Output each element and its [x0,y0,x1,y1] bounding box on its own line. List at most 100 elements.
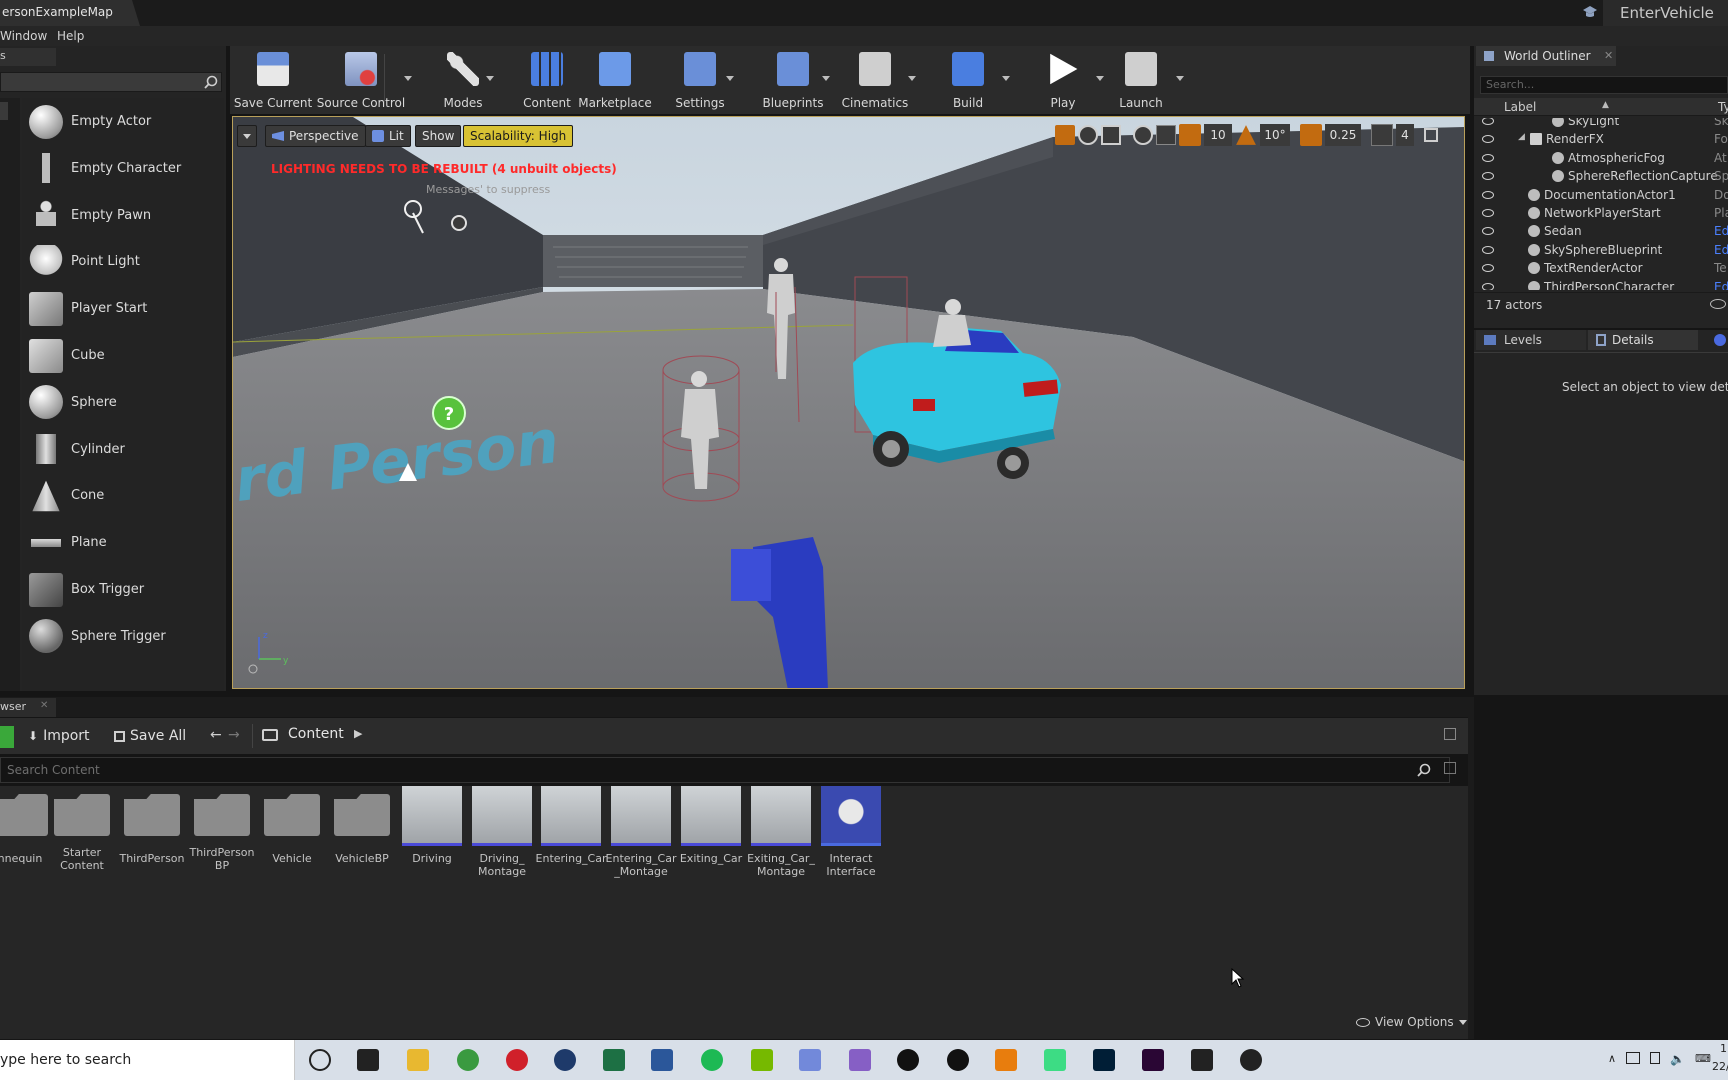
maximize-viewport-icon[interactable] [1424,128,1438,142]
taskbar-excel-icon[interactable] [603,1049,625,1071]
visibility-eye-icon[interactable] [1482,118,1494,125]
menu-help[interactable]: Help [57,29,84,43]
clock-date[interactable]: 22/ [1712,1060,1728,1073]
rotate-gizmo-icon[interactable] [1078,125,1098,145]
place-item-cylinder[interactable]: Cylinder [0,426,224,473]
rotation-snap-value[interactable]: 10° [1260,124,1290,146]
tray-chevron-up-icon[interactable]: ∧ [1608,1052,1616,1066]
toolbar-source-control-button[interactable]: Source Control [317,46,405,114]
save-all-button[interactable]: Save All [114,725,186,747]
level-viewport[interactable]: ird Person ? z y Perspective Lit Show Sc… [232,116,1465,689]
visibility-eye-icon[interactable] [1482,282,1494,290]
place-item-point-light[interactable]: Point Light [0,238,224,285]
taskbar-file-explorer-icon[interactable] [407,1049,429,1071]
taskbar-spotify-icon[interactable] [701,1049,723,1071]
taskbar-visual-studio-icon[interactable] [849,1049,871,1071]
path-content[interactable]: Content [288,726,344,742]
chevron-down-icon[interactable] [1176,76,1184,81]
device-icon[interactable] [1650,1052,1661,1064]
type-column-header[interactable]: Ty [1718,100,1728,114]
place-item-sphere[interactable]: Sphere [0,379,224,426]
toolbar-build-button[interactable]: Build [926,46,1010,114]
rotation-snap-icon[interactable] [1236,125,1256,145]
view-options-eye-icon[interactable] [1710,299,1726,309]
taskbar-word-icon[interactable] [651,1049,673,1071]
view-options-button[interactable]: View Options [1356,1015,1467,1029]
scale-snap-icon[interactable] [1300,124,1322,146]
taskbar-unreal-engine-icon[interactable] [947,1049,969,1071]
outliner-row[interactable]: Sedan Ed [1474,222,1728,240]
place-item-cone[interactable]: Cone [0,472,224,519]
content-asset[interactable]: Exiting_Car_ Montage [747,786,815,878]
visibility-eye-icon[interactable] [1482,190,1494,199]
content-asset[interactable]: Entering_Car _Montage [606,786,677,878]
chevron-down-icon[interactable] [822,76,830,81]
translate-gizmo-icon[interactable] [1055,125,1075,145]
content-folder[interactable]: VehicleBP [331,786,393,865]
volume-icon[interactable]: 🔈 [1670,1052,1685,1066]
add-new-button[interactable] [0,726,14,748]
grid-snap-icon[interactable] [1179,124,1201,146]
taskbar-search-box[interactable]: ype here to search [0,1040,295,1080]
show-button[interactable]: Show [415,125,462,147]
taskbar-github-icon[interactable] [1240,1049,1262,1071]
visibility-eye-icon[interactable] [1482,227,1494,236]
place-item-plane[interactable]: Plane [0,519,224,566]
content-asset[interactable]: Driving_ Montage [471,786,533,878]
place-item-box-trigger[interactable]: Box Trigger [0,566,224,613]
taskbar-blender-icon[interactable] [995,1049,1017,1071]
place-item-player-start[interactable]: Player Start [0,285,224,332]
visibility-eye-icon[interactable] [1482,135,1494,144]
close-icon[interactable]: ✕ [1604,49,1613,62]
outliner-row[interactable]: AtmosphericFog At [1474,149,1728,167]
content-folder[interactable]: Vehicle [261,786,323,865]
place-search-input[interactable] [0,72,222,92]
outliner-row[interactable]: ◢ RenderFX Fo [1474,130,1728,148]
expand-arrow-icon[interactable]: ◢ [1518,132,1525,142]
toolbar-save-current-button[interactable]: Save Current [231,46,315,114]
content-search-input[interactable]: Search Content [0,757,1450,783]
content-browser-tab[interactable]: wser ✕ [0,698,56,717]
modes-tab[interactable]: s [0,48,56,66]
camera-speed-icon[interactable] [1371,124,1393,146]
levels-tab[interactable]: Levels [1476,330,1586,350]
chevron-right-icon[interactable]: ▶ [354,727,362,740]
language-icon[interactable]: ⌨ [1695,1052,1711,1066]
chevron-down-icon[interactable] [726,76,734,81]
place-item-empty-character[interactable]: Empty Character [0,145,224,192]
lock-icon[interactable] [1444,728,1456,740]
outliner-row[interactable]: ThirdPersonCharacter Ed [1474,278,1728,290]
taskbar-steam-icon[interactable] [554,1049,576,1071]
grid-snap-value[interactable]: 10 [1204,124,1232,146]
perspective-button[interactable]: Perspective [265,125,366,147]
outliner-row[interactable]: SphereReflectionCapture Sp [1474,167,1728,185]
chevron-down-icon[interactable] [486,76,494,81]
toolbar-play-button[interactable]: Play [1021,46,1105,114]
content-asset[interactable]: Interact Interface [820,786,882,878]
place-item-empty-actor[interactable]: Empty Actor [0,98,224,145]
toolbar-marketplace-button[interactable]: Marketplace [573,46,657,114]
toolbar-launch-button[interactable]: Launch [1099,46,1183,114]
viewport-scene[interactable]: ird Person ? z y [233,117,1465,689]
content-folder[interactable]: ThirdPerson [119,786,185,865]
place-item-sphere-trigger[interactable]: Sphere Trigger [0,613,224,660]
visibility-eye-icon[interactable] [1482,209,1494,217]
chevron-down-icon[interactable] [404,76,412,81]
scalability-button[interactable]: Scalability: High [463,125,574,147]
clock-time[interactable]: 1 [1720,1042,1727,1055]
viewport-options-dropdown[interactable] [237,125,257,147]
search-icon[interactable] [204,75,218,89]
content-folder[interactable]: nnequin [0,786,51,865]
content-asset[interactable]: Exiting_Car [680,786,742,865]
taskbar-discord-icon[interactable] [799,1049,821,1071]
camera-speed-value[interactable]: 4 [1396,124,1414,146]
taskbar-cortana-icon[interactable] [309,1049,331,1071]
toolbar-cinematics-button[interactable]: Cinematics [833,46,917,114]
taskbar-epic-games-icon[interactable] [1191,1049,1213,1071]
chevron-down-icon[interactable] [908,76,916,81]
back-arrow-icon[interactable]: ← [210,727,222,743]
world-outliner-tab[interactable]: World Outliner ✕ [1476,46,1616,66]
world-coordinates-icon[interactable] [1133,125,1153,145]
menu-window[interactable]: Window [0,29,47,43]
content-folder[interactable]: ThirdPerson BP [189,786,255,872]
